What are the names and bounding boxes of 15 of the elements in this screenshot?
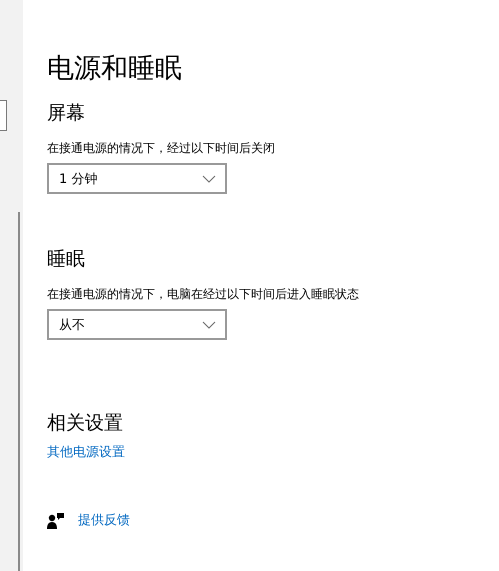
dropdown[interactable]: 1 分钟 (47, 163, 227, 194)
scrollbar[interactable] (18, 212, 20, 571)
input-field[interactable] (0, 100, 7, 131)
feedback-link[interactable]: 提供反馈 (78, 512, 130, 530)
section-description: 在接通电源的情况下，经过以下时间后关闭 (47, 140, 276, 156)
dropdown[interactable]: 从不 (47, 309, 227, 340)
chevron-down-icon (202, 174, 216, 182)
chevron-down-icon (202, 320, 216, 328)
feedback-icon (47, 512, 64, 530)
settings-link[interactable]: 其他电源设置 (47, 444, 125, 462)
section-heading: 睡眠 (47, 247, 86, 272)
section-heading: 相关设置 (47, 411, 124, 436)
section-heading: 屏幕 (47, 101, 86, 126)
section-description: 在接通电源的情况下，电脑在经过以下时间后进入睡眠状态 (47, 286, 359, 302)
page-title: 电源和睡眠 (47, 52, 183, 86)
